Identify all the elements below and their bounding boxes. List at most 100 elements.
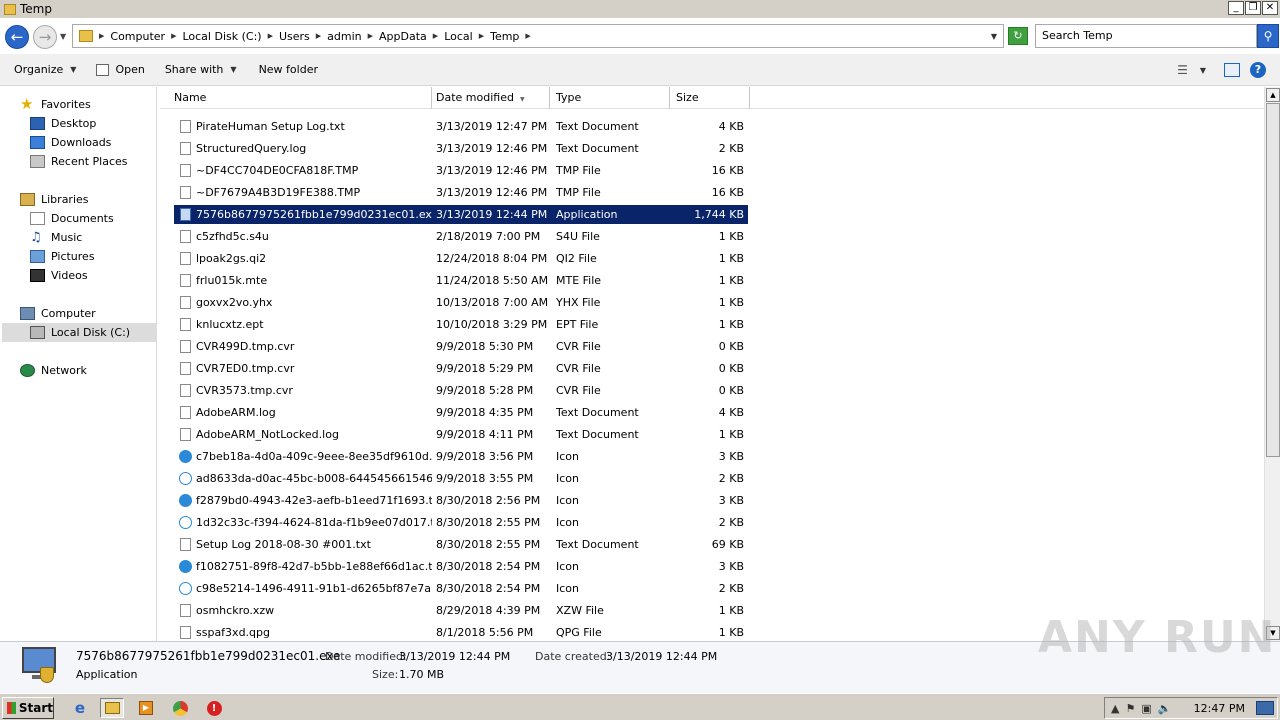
file-row[interactable]: PirateHuman Setup Log.txt 3/13/2019 12:47…	[174, 117, 748, 136]
file-row[interactable]: ad8633da-d0ac-45bc-b008-644545661546.t..…	[174, 469, 748, 488]
nav-network[interactable]: Network	[20, 361, 87, 380]
nav-local-disk[interactable]: Local Disk (C:)	[2, 323, 157, 342]
column-header-name[interactable]: Name	[168, 87, 432, 109]
network-icon[interactable]: ▣	[1141, 702, 1151, 715]
file-row-selected[interactable]: 7576b8677975261fbb1e799d0231ec01.exe 3/13…	[174, 205, 748, 224]
column-header-size[interactable]: Size	[670, 87, 750, 109]
file-name: 1d32c33c-f394-4624-81da-f1b9ee07d017.t..…	[196, 516, 432, 529]
vertical-scrollbar[interactable]: ▲ ▼	[1264, 87, 1280, 641]
file-row[interactable]: ~DF4CC704DE0CFA818F.TMP 3/13/2019 12:46 P…	[174, 161, 748, 180]
chevron-right-icon[interactable]: ▶	[433, 32, 438, 40]
file-row[interactable]: osmhckro.xzw 8/29/2018 4:39 PM XZW File 1 K…	[174, 601, 748, 620]
file-row[interactable]: c98e5214-1496-4911-91b1-d6265bf87e7a.t..…	[174, 579, 748, 598]
nav-pictures[interactable]: Pictures	[30, 247, 95, 266]
breadcrumb-local[interactable]: Local ▶	[444, 30, 490, 43]
taskbar-stop-app[interactable]: !	[202, 698, 226, 718]
preview-pane-icon[interactable]	[1224, 63, 1240, 77]
chevron-right-icon[interactable]: ▶	[316, 32, 321, 40]
recent-pages-dropdown[interactable]: ▼	[60, 32, 66, 41]
file-type: Text Document	[556, 538, 639, 551]
breadcrumb-users[interactable]: Users ▶	[279, 30, 327, 43]
nav-documents[interactable]: Documents	[30, 209, 114, 228]
file-row[interactable]: knlucxtz.ept 10/10/2018 3:29 PM EPT File 1 …	[174, 315, 748, 334]
file-row[interactable]: lpoak2gs.qi2 12/24/2018 8:04 PM QI2 File 1 …	[174, 249, 748, 268]
organize-button[interactable]: Organize ▼	[12, 63, 78, 76]
flag-icon[interactable]: ⚑	[1125, 702, 1135, 715]
refresh-button[interactable]: ↻	[1008, 27, 1028, 45]
file-row[interactable]: c5zfhd5c.s4u 2/18/2019 7:00 PM S4U File 1 K…	[174, 227, 748, 246]
file-row[interactable]: sspaf3xd.qpg 8/1/2018 5:56 PM QPG File 1 KB	[174, 623, 748, 641]
file-row[interactable]: CVR7ED0.tmp.cvr 9/9/2018 5:29 PM CVR File 0…	[174, 359, 748, 378]
show-desktop-icon[interactable]	[1256, 701, 1274, 715]
nav-downloads[interactable]: Downloads	[30, 133, 111, 152]
file-row[interactable]: AdobeARM.log 9/9/2018 4:35 PM Text Documen…	[174, 403, 748, 422]
restore-button[interactable]: ❐	[1245, 1, 1261, 15]
share-with-button[interactable]: Share with ▼	[163, 63, 239, 76]
breadcrumb-appdata[interactable]: AppData ▶	[379, 30, 444, 43]
taskbar-internet-explorer[interactable]: e	[68, 698, 92, 718]
nav-recent-places[interactable]: Recent Places	[30, 152, 128, 171]
file-row[interactable]: Setup Log 2018-08-30 #001.txt 8/30/2018 2…	[174, 535, 748, 554]
file-icon	[180, 186, 191, 199]
music-icon: ♫	[30, 230, 42, 245]
breadcrumb-admin[interactable]: admin ▶	[327, 30, 379, 43]
file-date-modified: 9/9/2018 4:35 PM	[436, 406, 534, 419]
chevron-right-icon[interactable]: ▶	[171, 32, 176, 40]
scroll-up-icon[interactable]: ▲	[1266, 88, 1280, 102]
file-row[interactable]: 1d32c33c-f394-4624-81da-f1b9ee07d017.t..…	[174, 513, 748, 532]
open-button[interactable]: Open	[94, 63, 146, 76]
tray-expand-icon[interactable]: ▲	[1111, 702, 1119, 715]
nav-libraries[interactable]: Libraries	[20, 190, 89, 209]
volume-icon[interactable]: 🔈	[1158, 702, 1172, 715]
forward-button[interactable]: →	[33, 25, 57, 49]
title-bar[interactable]: Temp _ ❐ ✕	[0, 0, 1280, 18]
chevron-right-icon[interactable]: ▶	[268, 32, 273, 40]
file-row[interactable]: CVR499D.tmp.cvr 9/9/2018 5:30 PM CVR File 0…	[174, 337, 748, 356]
address-history-dropdown[interactable]: ▼	[991, 32, 997, 41]
nav-music[interactable]: ♫ Music	[30, 228, 82, 247]
breadcrumb-local-disk[interactable]: Local Disk (C:) ▶	[182, 30, 279, 43]
clock[interactable]: 12:47 PM	[1194, 702, 1245, 715]
file-row[interactable]: f2879bd0-4943-42e3-aefb-b1eed71f1693.t..…	[174, 491, 748, 510]
breadcrumb-temp[interactable]: Temp ▶	[490, 30, 537, 43]
file-type: Icon	[556, 560, 579, 573]
taskbar-chrome[interactable]	[168, 698, 192, 718]
column-header-date[interactable]: Date modified ▼	[430, 87, 550, 109]
chevron-right-icon[interactable]: ▶	[525, 32, 530, 40]
column-header-type[interactable]: Type	[550, 87, 670, 109]
chevron-down-icon[interactable]: ▼	[1200, 66, 1206, 75]
chevron-right-icon[interactable]: ▶	[99, 32, 104, 40]
chevron-right-icon[interactable]: ▶	[479, 32, 484, 40]
nav-favorites[interactable]: ★ Favorites	[20, 95, 91, 114]
address-bar[interactable]: ▶ Computer ▶ Local Disk (C:) ▶ Users ▶ admi…	[72, 24, 1004, 48]
start-button[interactable]: Start	[2, 697, 54, 719]
minimize-button[interactable]: _	[1228, 1, 1244, 15]
file-type: Text Document	[556, 428, 639, 441]
breadcrumb-computer[interactable]: Computer ▶	[110, 30, 182, 43]
back-button[interactable]: ←	[5, 25, 29, 49]
file-name: CVR3573.tmp.cvr	[196, 384, 293, 397]
file-row[interactable]: AdobeARM_NotLocked.log 9/9/2018 4:11 PM Te…	[174, 425, 748, 444]
file-row[interactable]: ~DF7679A4B3D19FE388.TMP 3/13/2019 12:46 P…	[174, 183, 748, 202]
nav-computer[interactable]: Computer	[20, 304, 96, 323]
nav-videos[interactable]: Videos	[30, 266, 88, 285]
file-row[interactable]: frlu015k.mte 11/24/2018 5:50 AM MTE File 1 …	[174, 271, 748, 290]
scroll-thumb[interactable]	[1266, 103, 1280, 457]
help-icon[interactable]: ?	[1250, 62, 1266, 78]
skype-icon	[179, 472, 192, 485]
taskbar-explorer[interactable]	[100, 698, 124, 718]
search-icon[interactable]: ⚲	[1257, 24, 1279, 48]
file-size: 1 KB	[718, 604, 744, 617]
nav-desktop[interactable]: Desktop	[30, 114, 96, 133]
new-folder-button[interactable]: New folder	[257, 63, 320, 76]
views-icon[interactable]: ☰	[1177, 63, 1188, 77]
search-input[interactable]: Search Temp	[1035, 24, 1257, 48]
file-row[interactable]: goxvx2vo.yhx 10/13/2018 7:00 AM YHX File 1 …	[174, 293, 748, 312]
file-row[interactable]: c7beb18a-4d0a-409c-9eee-8ee35df9610d.t..…	[174, 447, 748, 466]
chevron-right-icon[interactable]: ▶	[368, 32, 373, 40]
file-row[interactable]: StructuredQuery.log 3/13/2019 12:46 PM Tex…	[174, 139, 748, 158]
file-row[interactable]: CVR3573.tmp.cvr 9/9/2018 5:28 PM CVR File 0…	[174, 381, 748, 400]
file-row[interactable]: f1082751-89f8-42d7-b5bb-1e88ef66d1ac.t..…	[174, 557, 748, 576]
close-button[interactable]: ✕	[1262, 1, 1278, 15]
taskbar-media-player[interactable]: ▶	[134, 698, 158, 718]
